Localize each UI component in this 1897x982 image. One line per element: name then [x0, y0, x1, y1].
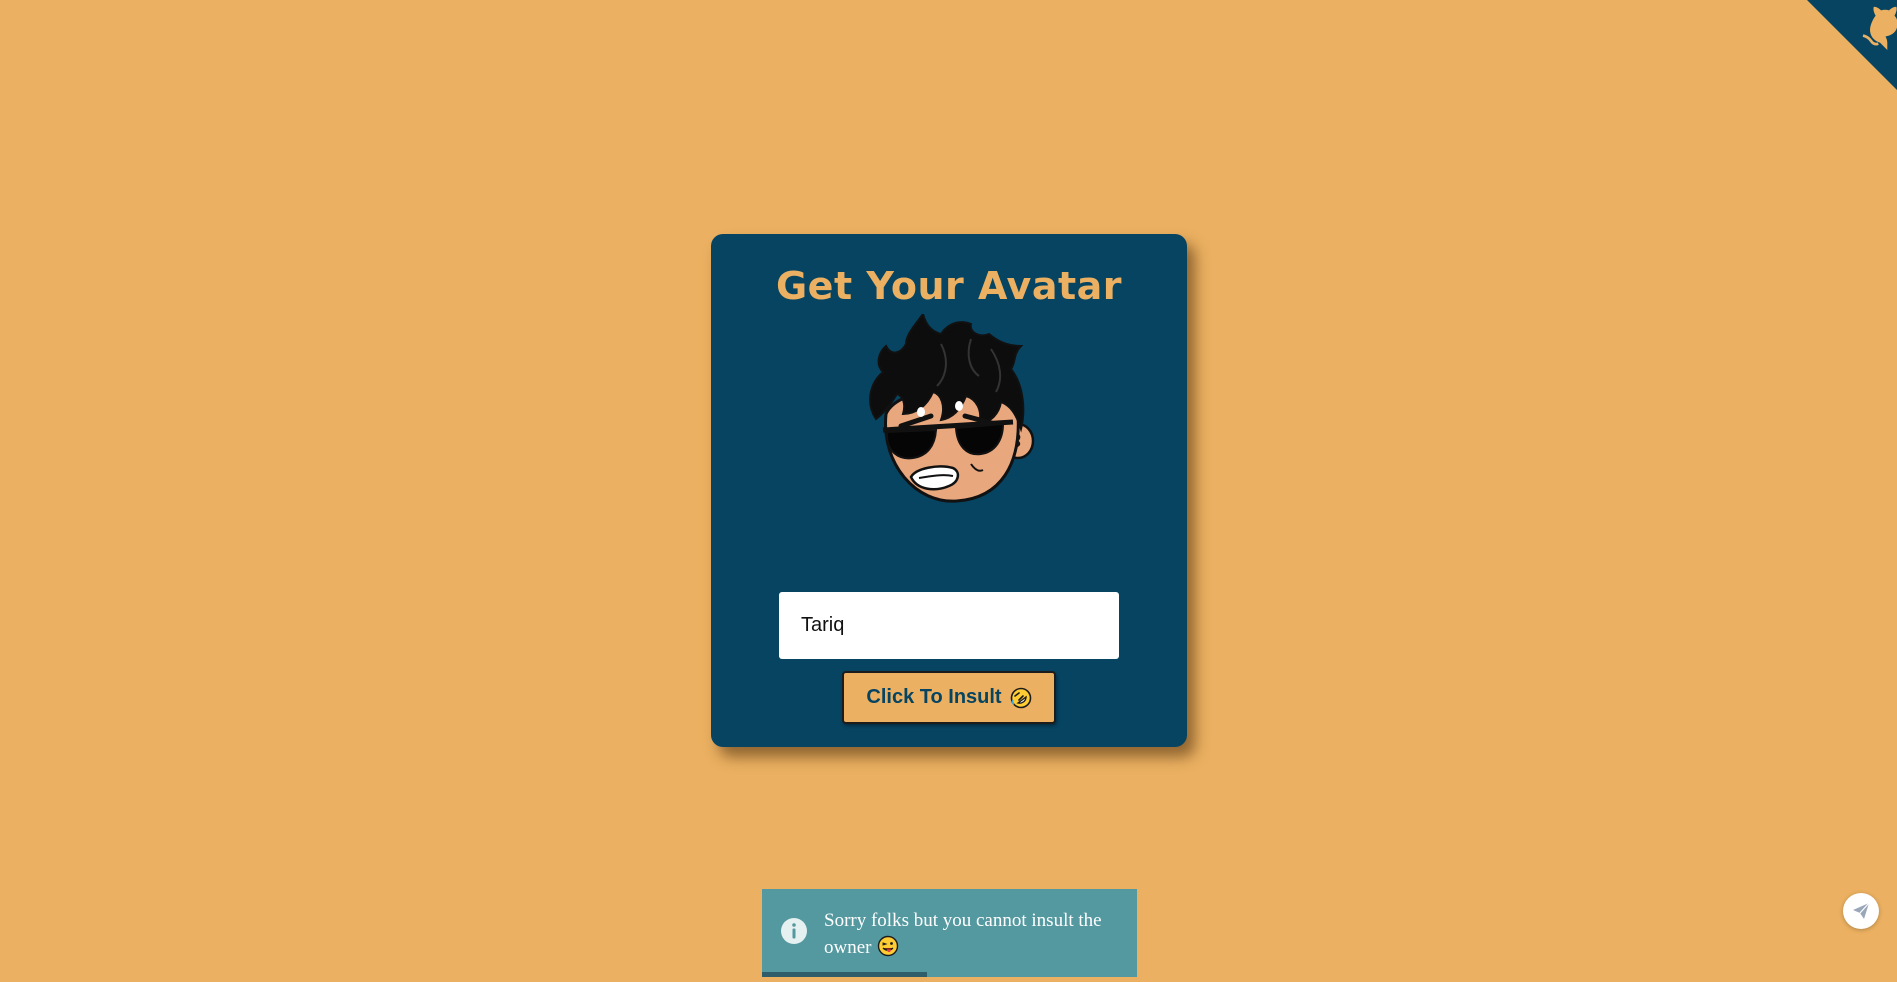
rolling-on-floor-laughing-emoji — [1010, 687, 1031, 708]
github-octocat-icon — [1807, 0, 1897, 90]
insult-button-label: Click To Insult — [866, 686, 1002, 708]
info-icon — [781, 918, 807, 944]
avatar-card: Get Your Avatar Click To Insult — [711, 234, 1187, 747]
winking-face-with-tongue-emoji — [878, 935, 899, 957]
toast-notification: Sorry folks but you cannot insult the ow… — [762, 889, 1137, 977]
insult-button[interactable]: Click To Insult — [842, 671, 1056, 724]
toast-progress-bar — [762, 972, 927, 977]
name-input[interactable] — [779, 592, 1119, 659]
card-title: Get Your Avatar — [775, 264, 1123, 308]
toast-message: Sorry folks but you cannot insult the ow… — [824, 910, 1102, 958]
paper-plane-icon — [1853, 902, 1870, 919]
github-corner-link[interactable] — [1807, 0, 1897, 90]
chat-widget-button[interactable] — [1843, 893, 1879, 929]
cartoon-avatar-sunglasses — [869, 314, 1035, 503]
